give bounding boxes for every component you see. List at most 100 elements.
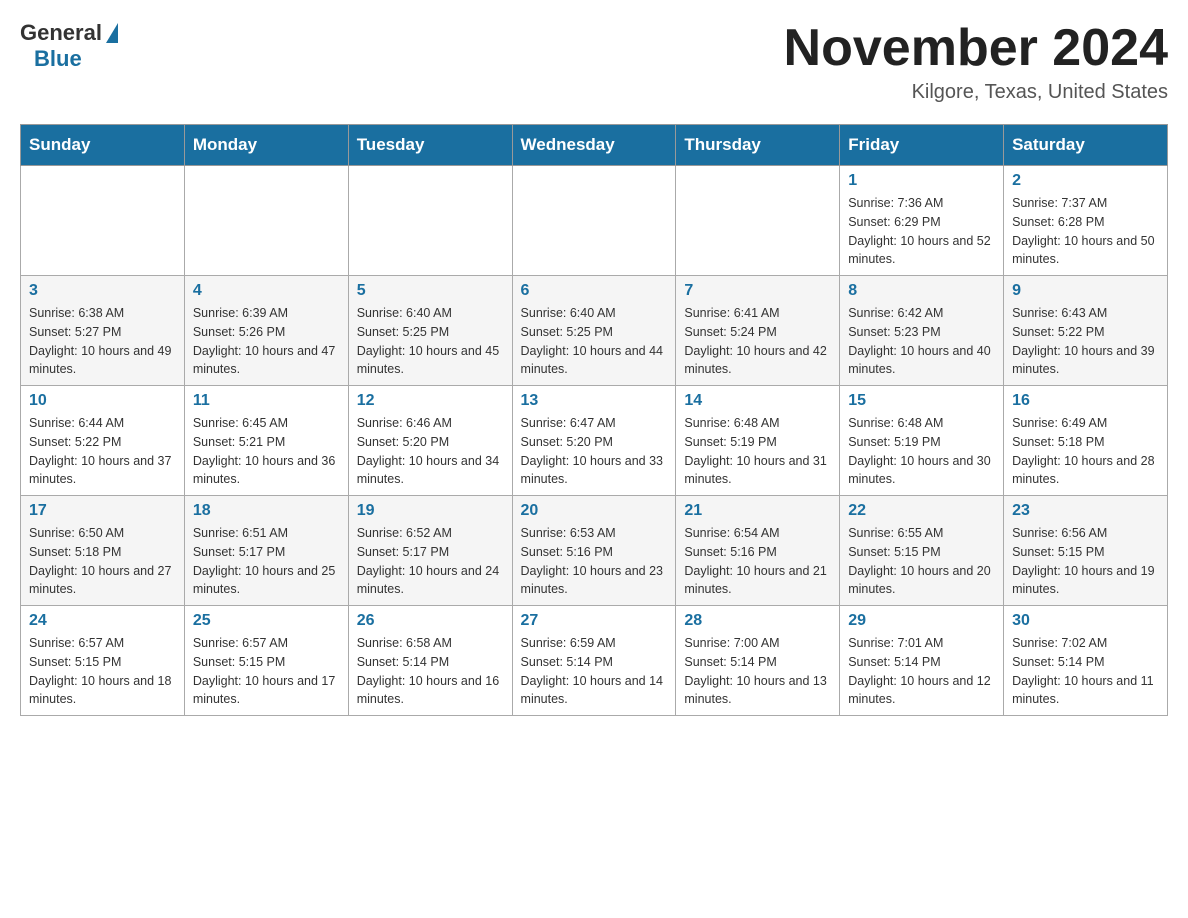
day-number: 21	[684, 502, 831, 520]
day-number: 23	[1012, 502, 1159, 520]
calendar-day-cell: 24 Sunrise: 6:57 AMSunset: 5:15 PMDayligh…	[21, 606, 185, 716]
day-info: Sunrise: 6:51 AMSunset: 5:17 PMDaylight:…	[193, 524, 340, 599]
day-info: Sunrise: 6:39 AMSunset: 5:26 PMDaylight:…	[193, 304, 340, 379]
calendar-day-cell: 8Sunrise: 6:42 AMSunset: 5:23 PMDaylight…	[840, 276, 1004, 386]
day-info: Sunrise: 7:36 AMSunset: 6:29 PMDaylight:…	[848, 194, 995, 269]
day-number: 20	[521, 502, 668, 520]
calendar-day-cell: 7 Sunrise: 6:41 AMSunset: 5:24 PMDaylight…	[676, 276, 840, 386]
day-info: Sunrise: 6:54 AMSunset: 5:16 PMDaylight:…	[684, 524, 831, 599]
day-info: Sunrise: 6:59 AMSunset: 5:14 PMDaylight:…	[521, 634, 668, 709]
calendar-day-cell: 11 Sunrise: 6:45 AMSunset: 5:21 PMDayligh…	[184, 386, 348, 496]
calendar-day-cell: 2Sunrise: 7:37 AMSunset: 6:28 PMDaylight…	[1004, 166, 1168, 276]
day-info: Sunrise: 7:01 AMSunset: 5:14 PMDaylight:…	[848, 634, 995, 709]
calendar-day-cell: 23 Sunrise: 6:56 AMSunset: 5:15 PMDayligh…	[1004, 496, 1168, 606]
day-number: 29	[848, 612, 995, 630]
calendar-day-cell: 1Sunrise: 7:36 AMSunset: 6:29 PMDaylight…	[840, 166, 1004, 276]
day-number: 27	[521, 612, 668, 630]
day-number: 14	[684, 392, 831, 410]
page-header: General Blue November 2024 Kilgore, Texa…	[20, 20, 1168, 104]
day-info: Sunrise: 7:02 AMSunset: 5:14 PMDaylight:…	[1012, 634, 1159, 709]
day-info: Sunrise: 7:37 AMSunset: 6:28 PMDaylight:…	[1012, 194, 1159, 269]
calendar-day-cell: 19Sunrise: 6:52 AMSunset: 5:17 PMDayligh…	[348, 496, 512, 606]
calendar-table: SundayMondayTuesdayWednesdayThursdayFrid…	[20, 124, 1168, 716]
day-number: 19	[357, 502, 504, 520]
calendar-day-cell: 26 Sunrise: 6:58 AMSunset: 5:14 PMDayligh…	[348, 606, 512, 716]
day-number: 24	[29, 612, 176, 630]
day-info: Sunrise: 6:55 AMSunset: 5:15 PMDaylight:…	[848, 524, 995, 599]
calendar-day-cell: 16 Sunrise: 6:49 AMSunset: 5:18 PMDayligh…	[1004, 386, 1168, 496]
day-info: Sunrise: 6:49 AMSunset: 5:18 PMDaylight:…	[1012, 414, 1159, 489]
calendar-day-cell: 25 Sunrise: 6:57 AMSunset: 5:15 PMDayligh…	[184, 606, 348, 716]
calendar-day-header: Saturday	[1004, 125, 1168, 166]
calendar-day-cell: 13 Sunrise: 6:47 AMSunset: 5:20 PMDayligh…	[512, 386, 676, 496]
day-info: Sunrise: 6:46 AMSunset: 5:20 PMDaylight:…	[357, 414, 504, 489]
calendar-day-cell: 10 Sunrise: 6:44 AMSunset: 5:22 PMDayligh…	[21, 386, 185, 496]
logo-blue-text: Blue	[34, 46, 82, 72]
day-number: 18	[193, 502, 340, 520]
day-number: 3	[29, 282, 176, 300]
calendar-day-header: Monday	[184, 125, 348, 166]
day-info: Sunrise: 6:44 AMSunset: 5:22 PMDaylight:…	[29, 414, 176, 489]
day-number: 16	[1012, 392, 1159, 410]
calendar-day-cell	[348, 166, 512, 276]
day-number: 11	[193, 392, 340, 410]
day-number: 26	[357, 612, 504, 630]
day-info: Sunrise: 6:57 AMSunset: 5:15 PMDaylight:…	[29, 634, 176, 709]
day-info: Sunrise: 6:48 AMSunset: 5:19 PMDaylight:…	[848, 414, 995, 489]
day-info: Sunrise: 6:58 AMSunset: 5:14 PMDaylight:…	[357, 634, 504, 709]
day-number: 13	[521, 392, 668, 410]
calendar-week-row: 3 Sunrise: 6:38 AMSunset: 5:27 PMDaylight…	[21, 276, 1168, 386]
calendar-day-cell: 6Sunrise: 6:40 AMSunset: 5:25 PMDaylight…	[512, 276, 676, 386]
day-info: Sunrise: 6:57 AMSunset: 5:15 PMDaylight:…	[193, 634, 340, 709]
calendar-day-cell: 4 Sunrise: 6:39 AMSunset: 5:26 PMDaylight…	[184, 276, 348, 386]
calendar-week-row: 24 Sunrise: 6:57 AMSunset: 5:15 PMDayligh…	[21, 606, 1168, 716]
day-number: 15	[848, 392, 995, 410]
calendar-day-cell: 30 Sunrise: 7:02 AMSunset: 5:14 PMDayligh…	[1004, 606, 1168, 716]
calendar-day-cell: 28Sunrise: 7:00 AMSunset: 5:14 PMDayligh…	[676, 606, 840, 716]
day-info: Sunrise: 6:47 AMSunset: 5:20 PMDaylight:…	[521, 414, 668, 489]
calendar-week-row: 17Sunrise: 6:50 AMSunset: 5:18 PMDayligh…	[21, 496, 1168, 606]
day-info: Sunrise: 6:42 AMSunset: 5:23 PMDaylight:…	[848, 304, 995, 379]
day-number: 4	[193, 282, 340, 300]
day-info: Sunrise: 6:38 AMSunset: 5:27 PMDaylight:…	[29, 304, 176, 379]
calendar-week-row: 10 Sunrise: 6:44 AMSunset: 5:22 PMDayligh…	[21, 386, 1168, 496]
title-section: November 2024 Kilgore, Texas, United Sta…	[784, 20, 1168, 104]
calendar-day-cell: 17Sunrise: 6:50 AMSunset: 5:18 PMDayligh…	[21, 496, 185, 606]
day-number: 25	[193, 612, 340, 630]
day-number: 17	[29, 502, 176, 520]
calendar-day-cell: 29 Sunrise: 7:01 AMSunset: 5:14 PMDayligh…	[840, 606, 1004, 716]
calendar-day-cell: 22 Sunrise: 6:55 AMSunset: 5:15 PMDayligh…	[840, 496, 1004, 606]
calendar-day-cell: 21 Sunrise: 6:54 AMSunset: 5:16 PMDayligh…	[676, 496, 840, 606]
calendar-day-cell: 14 Sunrise: 6:48 AMSunset: 5:19 PMDayligh…	[676, 386, 840, 496]
day-number: 22	[848, 502, 995, 520]
day-info: Sunrise: 6:41 AMSunset: 5:24 PMDaylight:…	[684, 304, 831, 379]
calendar-day-cell: 5Sunrise: 6:40 AMSunset: 5:25 PMDaylight…	[348, 276, 512, 386]
calendar-day-header: Thursday	[676, 125, 840, 166]
calendar-day-cell	[512, 166, 676, 276]
day-number: 30	[1012, 612, 1159, 630]
day-info: Sunrise: 6:48 AMSunset: 5:19 PMDaylight:…	[684, 414, 831, 489]
calendar-day-cell: 15 Sunrise: 6:48 AMSunset: 5:19 PMDayligh…	[840, 386, 1004, 496]
day-number: 10	[29, 392, 176, 410]
location-text: Kilgore, Texas, United States	[784, 81, 1168, 104]
day-info: Sunrise: 6:40 AMSunset: 5:25 PMDaylight:…	[357, 304, 504, 379]
month-title: November 2024	[784, 20, 1168, 77]
logo: General Blue	[20, 20, 118, 72]
calendar-day-header: Wednesday	[512, 125, 676, 166]
day-number: 9	[1012, 282, 1159, 300]
calendar-day-header: Sunday	[21, 125, 185, 166]
day-info: Sunrise: 6:43 AMSunset: 5:22 PMDaylight:…	[1012, 304, 1159, 379]
calendar-day-header: Tuesday	[348, 125, 512, 166]
calendar-day-cell: 3 Sunrise: 6:38 AMSunset: 5:27 PMDaylight…	[21, 276, 185, 386]
calendar-day-cell	[21, 166, 185, 276]
calendar-day-cell: 9 Sunrise: 6:43 AMSunset: 5:22 PMDaylight…	[1004, 276, 1168, 386]
day-number: 7	[684, 282, 831, 300]
calendar-header-row: SundayMondayTuesdayWednesdayThursdayFrid…	[21, 125, 1168, 166]
calendar-day-header: Friday	[840, 125, 1004, 166]
day-info: Sunrise: 6:56 AMSunset: 5:15 PMDaylight:…	[1012, 524, 1159, 599]
day-number: 28	[684, 612, 831, 630]
logo-general-text: General	[20, 20, 102, 46]
day-info: Sunrise: 6:53 AMSunset: 5:16 PMDaylight:…	[521, 524, 668, 599]
day-info: Sunrise: 6:45 AMSunset: 5:21 PMDaylight:…	[193, 414, 340, 489]
calendar-day-cell: 12Sunrise: 6:46 AMSunset: 5:20 PMDayligh…	[348, 386, 512, 496]
